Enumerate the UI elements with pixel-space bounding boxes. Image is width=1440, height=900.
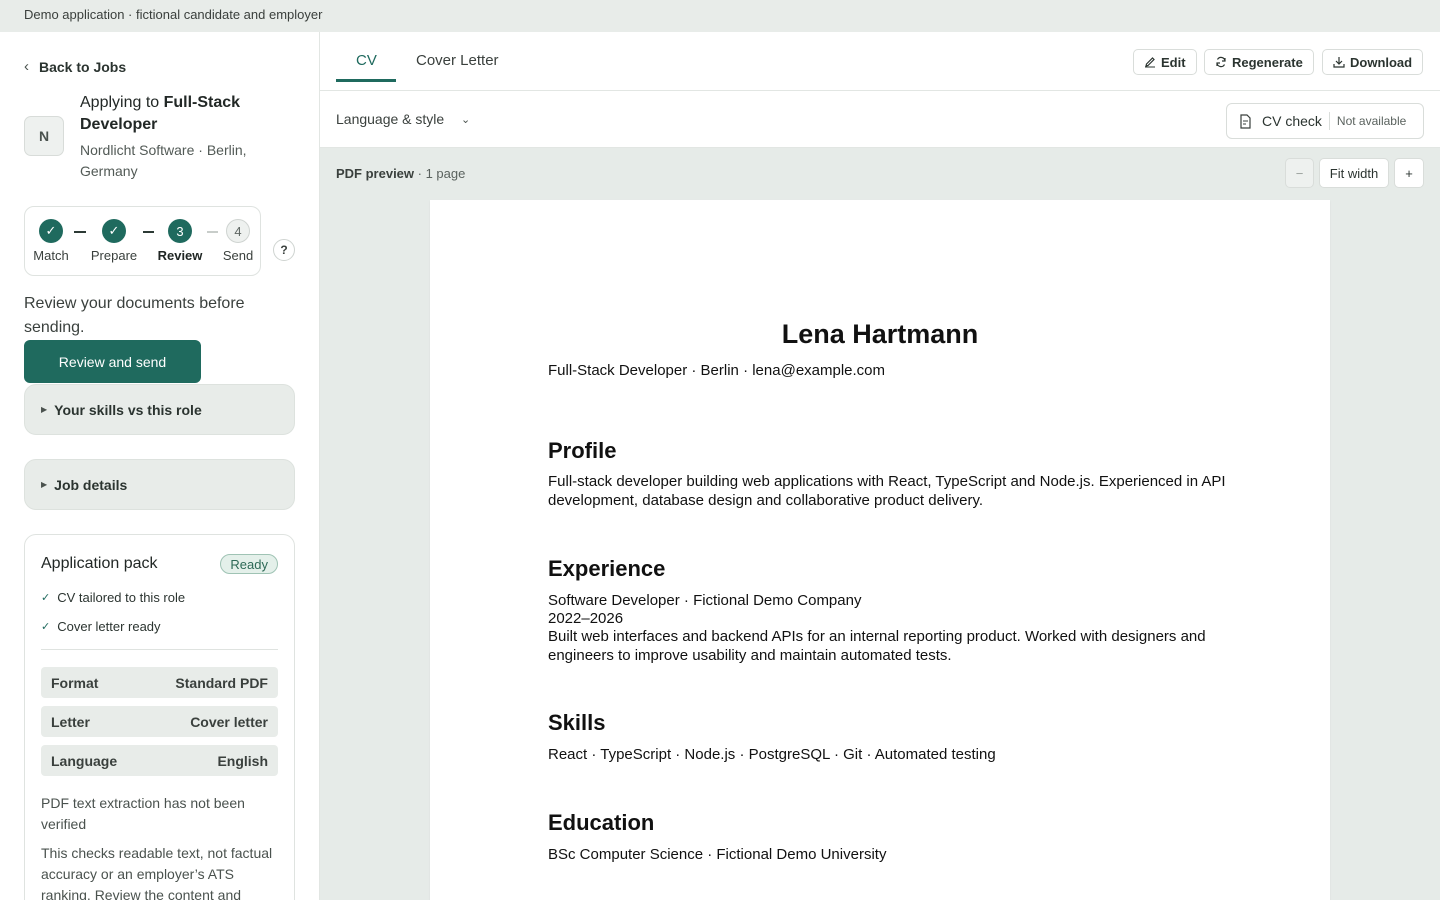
document-toolbar: Language & style ⌄ CV check Not availabl…: [320, 91, 1440, 148]
cv-skills-text: React · TypeScript · Node.js · PostgreSQ…: [548, 746, 996, 763]
regenerate-button[interactable]: Regenerate: [1204, 49, 1314, 75]
applying-prefix: Applying to: [80, 94, 164, 111]
check-label: Cover letter ready: [57, 619, 161, 634]
ats-disclaimer: This checks readable text, not factual a…: [41, 845, 273, 900]
edit-button[interactable]: Edit: [1133, 49, 1197, 75]
demo-banner: Demo application · fictional candidate a…: [0, 0, 1440, 32]
regenerate-label: Regenerate: [1232, 54, 1303, 70]
triangle-right-icon: ▶: [41, 480, 48, 489]
chevron-down-icon[interactable]: ⌄: [461, 113, 470, 126]
back-label: Back to Jobs: [39, 58, 127, 75]
step-label: Match: [33, 248, 69, 263]
applying-heading: Applying to Full-Stack Developer: [80, 92, 280, 136]
cv-check-label: CV check: [1262, 113, 1322, 129]
tab-cover-letter[interactable]: Cover Letter: [416, 52, 499, 69]
refresh-icon: [1216, 56, 1226, 68]
pencil-icon: [1145, 57, 1155, 68]
row-value: English: [217, 752, 268, 769]
document-tabs: CV Cover Letter Edit Regenerate Download: [320, 32, 1440, 91]
cv-check-button[interactable]: CV check Not available: [1226, 103, 1424, 139]
fit-width-button[interactable]: Fit width: [1319, 158, 1389, 188]
step-prepare[interactable]: ✓ Prepare: [84, 219, 144, 263]
company-location: Nordlicht Software · Berlin, Germany: [80, 142, 247, 179]
step-review[interactable]: 3 Review: [150, 219, 210, 263]
pack-row-format: Format Standard PDF: [41, 667, 278, 698]
cv-page: Lena Hartmann Full-Stack Developer · Ber…: [430, 200, 1330, 900]
triangle-right-icon: ▶: [41, 405, 48, 414]
skills-vs-role-toggle[interactable]: ▶ Your skills vs this role: [24, 384, 295, 435]
pack-check-item: ✓ CV tailored to this role: [41, 590, 185, 605]
pack-row-language: Language English: [41, 745, 278, 776]
cv-job-title: Software Developer · Fictional Demo Comp…: [548, 592, 862, 609]
row-key: Letter: [51, 713, 90, 730]
tab-cv[interactable]: CV: [356, 52, 377, 69]
step-number: 4: [226, 219, 250, 243]
application-stepper: ✓ Match ✓ Prepare 3 Review 4 Send: [24, 206, 261, 276]
back-to-jobs-link[interactable]: ‹ Back to Jobs: [24, 58, 126, 75]
cv-heading-profile: Profile: [548, 438, 617, 463]
row-key: Language: [51, 752, 118, 769]
chevron-left-icon: ‹: [24, 58, 29, 75]
document-check-icon: [1240, 113, 1251, 129]
review-and-send-button[interactable]: Review and send: [24, 340, 201, 383]
download-button[interactable]: Download: [1322, 49, 1424, 75]
pack-title: Application pack: [41, 555, 158, 572]
step-label: Review: [157, 248, 203, 263]
row-value: Standard PDF: [175, 674, 268, 691]
main-panel: CV Cover Letter Edit Regenerate Download…: [320, 32, 1440, 900]
download-icon: [1333, 57, 1345, 68]
step-label: Send: [222, 248, 254, 263]
help-button[interactable]: ?: [273, 239, 295, 261]
check-icon: ✓: [41, 621, 51, 633]
review-instructions: Review your documents before sending.: [24, 295, 245, 336]
check-label: CV tailored to this role: [57, 590, 186, 605]
row-value: Cover letter: [190, 713, 268, 730]
step-number: 3: [168, 219, 192, 243]
cv-name: Lena Hartmann: [781, 319, 979, 349]
cv-contact: Full-Stack Developer · Berlin · lena@exa…: [548, 362, 886, 379]
check-icon: ✓: [41, 592, 51, 604]
cv-check-status: Not available: [1336, 114, 1407, 128]
cv-heading-skills: Skills: [548, 710, 606, 735]
step-send[interactable]: 4 Send: [208, 219, 268, 263]
check-icon: ✓: [102, 219, 126, 243]
pdf-extraction-note: PDF text extraction has not been verifie…: [41, 795, 245, 832]
application-pack-card: Application pack Ready ✓ CV tailored to …: [24, 534, 295, 900]
pack-row-letter: Letter Cover letter: [41, 706, 278, 737]
section-label: Your skills vs this role: [54, 401, 202, 418]
cv-job-text: Built web interfaces and backend APIs fo…: [548, 628, 1206, 664]
check-icon: ✓: [39, 219, 63, 243]
pdf-preview-label: PDF preview · 1 page: [336, 166, 465, 181]
cv-job-years: 2022–2026: [548, 610, 624, 627]
download-label: Download: [1350, 54, 1413, 70]
cv-profile-text: Full-stack developer building web applic…: [548, 473, 1226, 509]
active-tab-indicator: [336, 79, 396, 82]
cv-education-text: BSc Computer Science · Fictional Demo Un…: [548, 846, 887, 863]
pdf-preview-area[interactable]: PDF preview · 1 page − Fit width + Lena …: [320, 148, 1440, 900]
sidebar: ‹ Back to Jobs N Applying to Full-Stack …: [0, 32, 320, 900]
step-label: Prepare: [90, 248, 138, 263]
cv-heading-experience: Experience: [548, 556, 666, 581]
zoom-out-button[interactable]: −: [1285, 158, 1314, 188]
divider: [41, 649, 278, 650]
preview-title: PDF preview: [336, 166, 415, 181]
cv-heading-education: Education: [548, 810, 655, 835]
step-match[interactable]: ✓ Match: [21, 219, 81, 263]
company-avatar: N: [24, 116, 64, 156]
zoom-in-button[interactable]: +: [1394, 158, 1424, 188]
pack-check-item: ✓ Cover letter ready: [41, 619, 161, 634]
section-label: Job details: [54, 476, 128, 493]
divider: [1328, 112, 1330, 130]
language-style-dropdown[interactable]: Language & style: [336, 111, 444, 127]
status-badge: Ready: [220, 554, 278, 574]
page-count: · 1 page: [414, 166, 466, 181]
job-details-toggle[interactable]: ▶ Job details: [24, 459, 295, 510]
row-key: Format: [51, 674, 99, 691]
edit-label: Edit: [1161, 54, 1186, 70]
